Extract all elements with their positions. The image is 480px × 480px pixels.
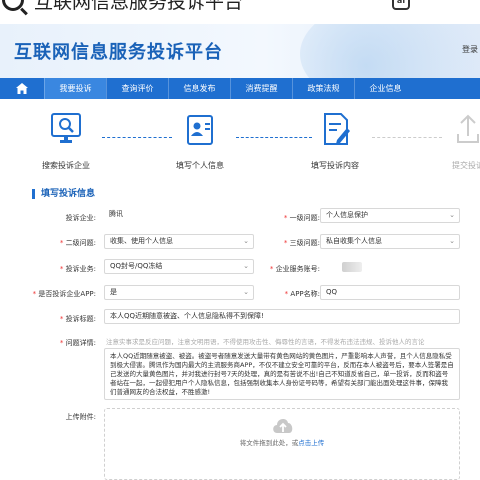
- level3-label: * 三级问题:: [283, 239, 320, 247]
- upload-dropzone[interactable]: 将文件拖到此处，或点击上传: [104, 408, 460, 480]
- title-label: * 投诉标题:: [59, 315, 96, 323]
- detail-label-text: 问题详情:: [65, 339, 96, 347]
- ai-icon[interactable]: ai: [392, 0, 410, 10]
- step-complaint-content: 填写投诉内容: [285, 110, 385, 171]
- level3-label-text: 三级问题:: [289, 239, 320, 247]
- app-name-label-text: APP名称:: [290, 290, 320, 298]
- app-complaint-label-text: 是否投诉企业APP:: [38, 290, 96, 298]
- nav-item-company-info[interactable]: 企业信息: [354, 78, 416, 99]
- step-label: 搜索投诉企业: [42, 161, 90, 170]
- section-title: 填写投诉信息: [32, 189, 95, 199]
- business-label: * 投诉业务:: [59, 265, 96, 273]
- step-label: 填写个人信息: [176, 161, 224, 170]
- redacted-account: [342, 262, 362, 272]
- upload-icon: [448, 110, 480, 150]
- step-submit: 提交投诉: [418, 110, 480, 171]
- level1-select[interactable]: 个人信息保护 ⌄: [320, 208, 460, 223]
- step-label: 提交投诉: [452, 161, 480, 170]
- business-select[interactable]: QQ封号/QQ冻结 ⌄: [104, 259, 254, 274]
- app-name-label: * APP名称:: [284, 290, 320, 298]
- app-complaint-label: * 是否投诉企业APP:: [32, 290, 96, 298]
- level1-label: * 一级问题:: [283, 214, 320, 222]
- detail-hint: 注意实事求是反应问题，注意文明用语，不得使用攻击性、侮辱性的言语，不得发布违法违…: [106, 338, 425, 346]
- nav-item-publish[interactable]: 信息发布: [168, 78, 230, 99]
- chevron-down-icon: ⌄: [243, 237, 249, 245]
- nav-item-policy[interactable]: 政策法规: [292, 78, 354, 99]
- level3-value: 私自收集个人信息: [326, 237, 382, 245]
- chevron-down-icon: ⌄: [449, 237, 455, 245]
- level2-label-text: 二级问题:: [65, 239, 96, 247]
- service-account-label-text: 企业服务账号:: [275, 265, 320, 273]
- search-icon[interactable]: [2, 0, 24, 11]
- login-link[interactable]: 登录: [462, 44, 478, 55]
- chevron-down-icon: ⌄: [243, 288, 249, 296]
- app-complaint-select[interactable]: 是 ⌄: [104, 285, 254, 300]
- search-query[interactable]: 互联网信息服务投诉平台: [34, 0, 243, 14]
- monitor-search-icon: [46, 110, 86, 150]
- step-label: 填写投诉内容: [311, 161, 359, 170]
- level2-select[interactable]: 收集、使用个人信息 ⌄: [104, 234, 254, 249]
- upload-drop-text: 将文件拖到此处，或: [239, 439, 299, 447]
- level3-select[interactable]: 私自收集个人信息 ⌄: [320, 234, 460, 249]
- business-label-text: 投诉业务:: [65, 265, 96, 273]
- business-value: QQ封号/QQ冻结: [110, 262, 163, 270]
- upload-text: 将文件拖到此处，或点击上传: [105, 437, 459, 447]
- nav-item-complain[interactable]: 我要投诉: [44, 78, 106, 99]
- attachment-label: 上传附件:: [65, 413, 96, 421]
- service-account-label: * 企业服务账号:: [269, 265, 320, 273]
- company-value: 腾讯: [104, 208, 252, 223]
- app-complaint-value: 是: [110, 288, 117, 296]
- site-header: 互联网信息服务投诉平台 登录: [0, 24, 480, 78]
- level1-label-text: 一级问题:: [289, 214, 320, 222]
- main-nav: 我要投诉 查询评价 信息发布 消费提醒 政策法规 企业信息: [0, 78, 480, 99]
- nav-item-query[interactable]: 查询评价: [106, 78, 168, 99]
- nav-item-consumer-alert[interactable]: 消费提醒: [230, 78, 292, 99]
- level1-value: 个人信息保护: [326, 211, 368, 219]
- service-account-input[interactable]: [320, 259, 460, 274]
- step-personal-info: 填写个人信息: [150, 110, 250, 171]
- title-label-text: 投诉标题:: [65, 315, 96, 323]
- home-icon: [16, 83, 28, 94]
- detail-textarea[interactable]: 本人QQ近期随意被盗、被盗。被盗号者随意发送大量带有黄色网站的黄色图片，严重影响…: [104, 348, 460, 400]
- header-decoration: [300, 24, 480, 78]
- detail-label: * 问题详情:: [59, 339, 96, 347]
- app-name-input[interactable]: QQ: [320, 285, 460, 300]
- progress-steps: 搜索投诉企业 填写个人信息 填写投诉内容 提交投: [0, 110, 480, 180]
- document-edit-icon: [315, 110, 355, 150]
- search-bar[interactable]: 互联网信息服务投诉平台 ai: [0, 0, 480, 24]
- upload-click-link[interactable]: 点击上传: [298, 439, 324, 447]
- cloud-upload-icon: [273, 419, 293, 433]
- level2-value: 收集、使用个人信息: [110, 237, 173, 245]
- level2-label: * 二级问题:: [59, 239, 96, 247]
- home-button[interactable]: [0, 78, 44, 99]
- site-title[interactable]: 互联网信息服务投诉平台: [14, 38, 223, 64]
- chevron-down-icon: ⌄: [449, 211, 455, 219]
- company-label: 投诉企业:: [40, 213, 96, 223]
- company-label-text: 投诉企业:: [65, 214, 96, 222]
- chevron-down-icon: ⌄: [243, 262, 249, 270]
- id-card-icon: [180, 110, 220, 150]
- step-search-company: 搜索投诉企业: [16, 110, 116, 171]
- title-input[interactable]: 本人QQ近期随意被盗、个人信息隐私得不到保障!: [104, 309, 460, 324]
